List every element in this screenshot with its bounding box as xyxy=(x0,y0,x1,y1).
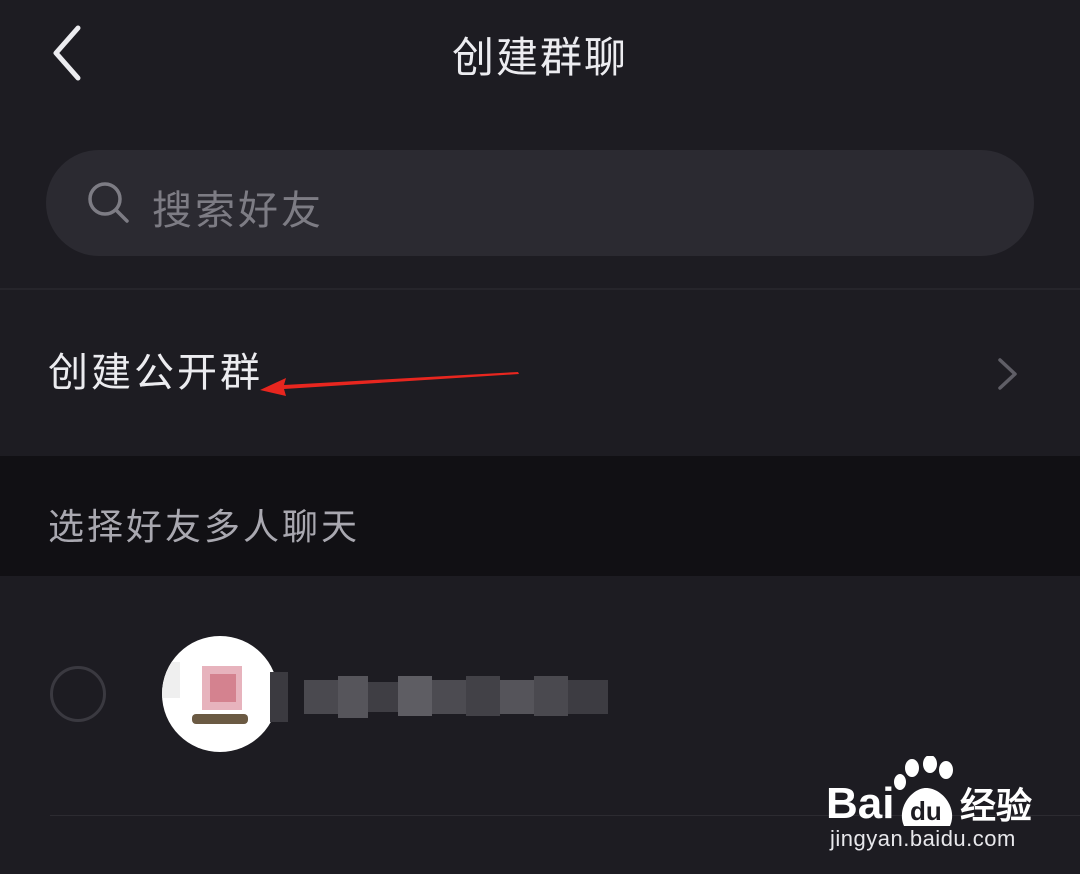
select-radio[interactable] xyxy=(50,666,106,722)
friend-list-item[interactable] xyxy=(0,576,1080,816)
create-public-group-label: 创建公开群 xyxy=(48,350,263,396)
chevron-right-icon xyxy=(998,358,1017,390)
search-placeholder: 搜索好友 xyxy=(152,188,324,234)
nav-header: 创建群聊 xyxy=(0,0,1080,110)
section-header: 选择好友多人聊天 xyxy=(0,456,1080,576)
section-label: 选择好友多人聊天 xyxy=(48,507,361,548)
search-icon xyxy=(88,182,129,223)
create-public-group-row[interactable]: 创建公开群 xyxy=(0,290,1080,456)
avatar xyxy=(162,636,278,752)
page-title: 创建群聊 xyxy=(451,33,628,82)
watermark-url: jingyan.baidu.com xyxy=(830,826,1016,851)
create-group-chat-screen: 创建群聊 搜索好友 创建公开群 选择好友多人聊天 Bai du 经验 jingy… xyxy=(0,0,1080,874)
friend-name-blurred xyxy=(270,672,620,722)
divider xyxy=(50,815,1080,816)
